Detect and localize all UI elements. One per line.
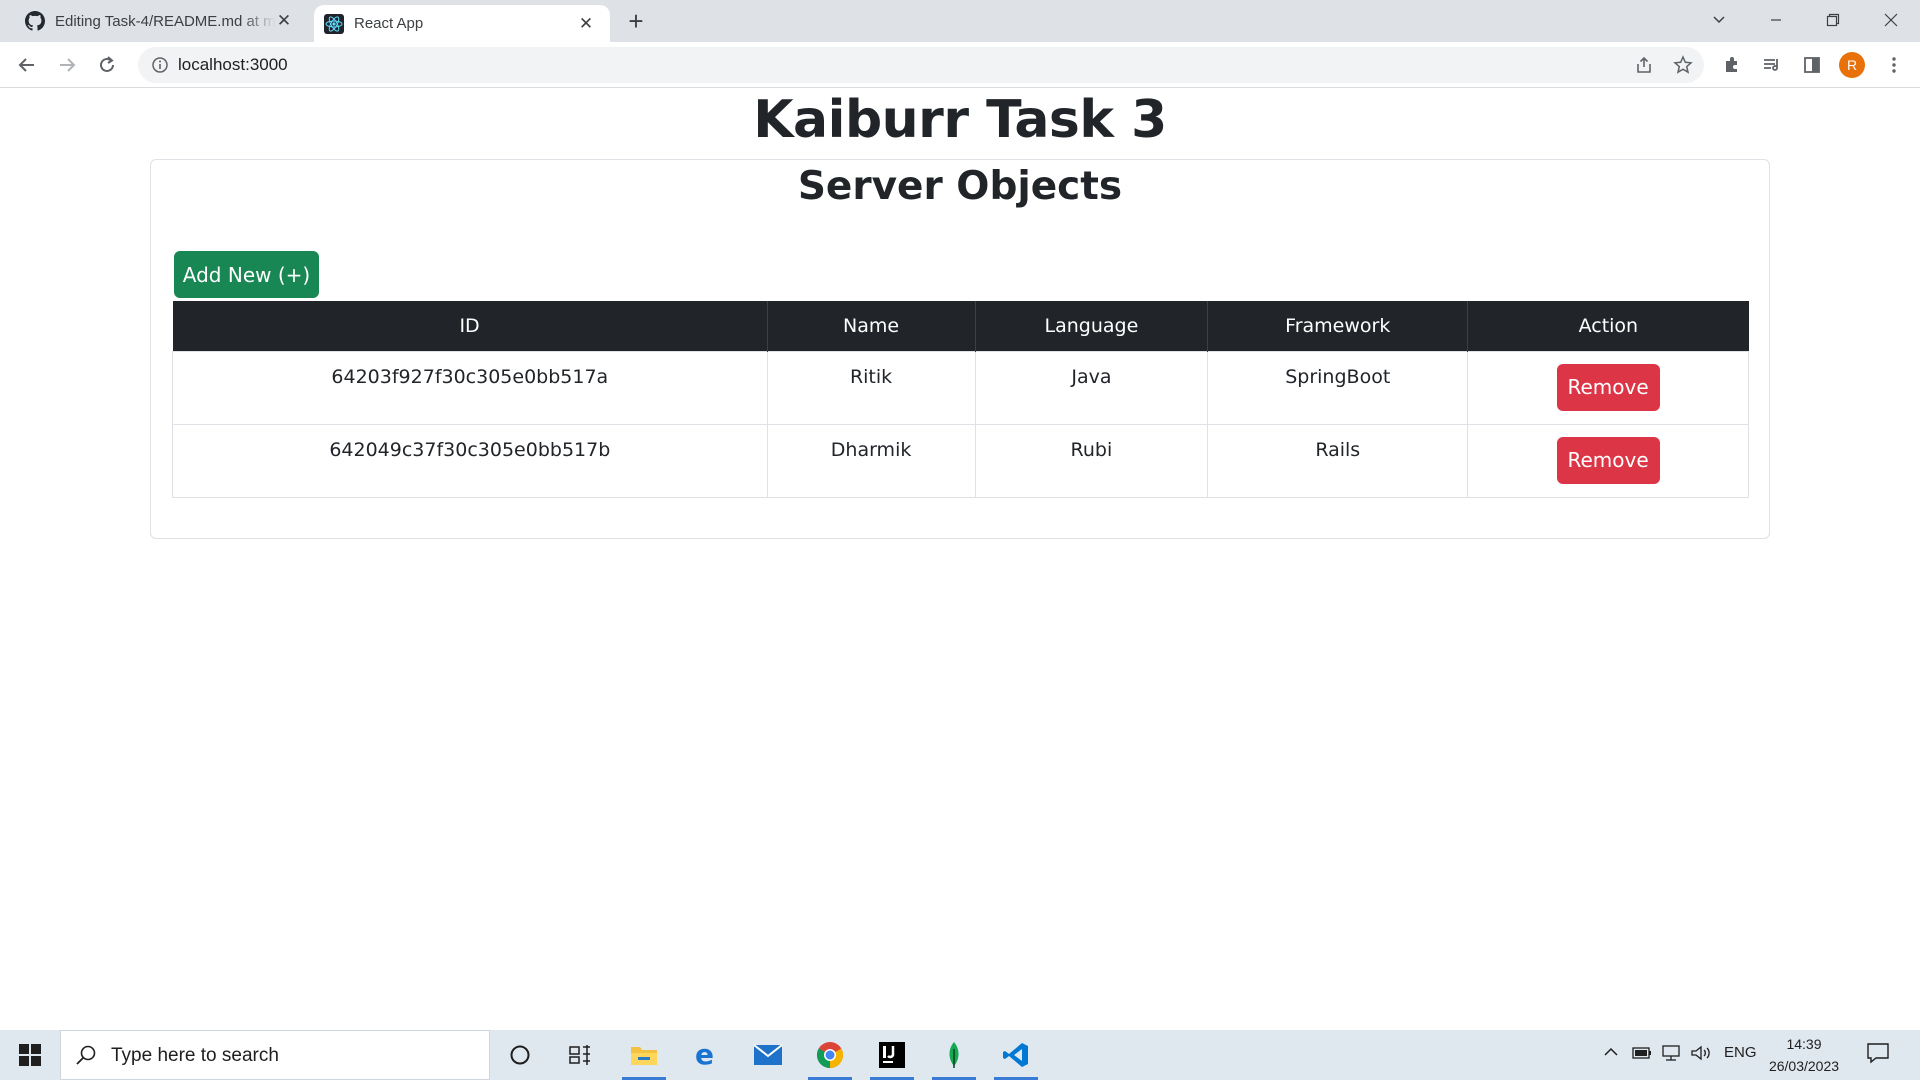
tab-title: Editing Task-4/README.md at main [55,12,275,30]
browser-toolbar: localhost:3000 [0,42,1920,88]
extensions-icon[interactable] [1718,51,1746,79]
close-tab-icon[interactable]: ✕ [274,11,294,31]
forward-icon[interactable] [52,50,82,80]
minimize-icon[interactable] [1747,0,1805,40]
column-header-action: Action [1467,301,1749,351]
tab-search-chevron-icon[interactable] [1690,0,1748,40]
show-hidden-icons-chevron-icon[interactable] [1602,1043,1620,1065]
github-icon [25,11,45,31]
column-header-name: Name [766,301,975,351]
svg-text:e: e [695,1041,714,1069]
mongodb-compass-icon[interactable] [928,1030,980,1080]
vscode-icon[interactable] [990,1030,1042,1080]
cell-name: Dharmik [766,423,976,498]
tab-title: React App [354,15,424,32]
tab-github-readme[interactable]: Editing Task-4/README.md at main ✕ [0,0,308,42]
cell-id: 642049c37f30c305e0bb517b [172,423,768,498]
media-controls-icon[interactable] [1758,51,1786,79]
side-panel-icon[interactable] [1798,51,1826,79]
file-explorer-icon[interactable] [618,1030,670,1080]
server-objects-table: ID Name Language Framework Action 64203f… [172,301,1749,498]
cell-framework: Rails [1207,423,1469,498]
table-row: 642049c37f30c305e0bb517b Dharmik Rubi Ra… [172,423,1749,498]
edge-icon[interactable]: e [680,1030,732,1080]
bookmark-star-icon[interactable] [1669,51,1697,79]
clock-date: 26/03/2023 [1768,1058,1840,1074]
volume-icon[interactable] [1690,1044,1712,1066]
chrome-menu-icon[interactable] [1880,51,1908,79]
address-bar[interactable]: localhost:3000 [138,47,1704,83]
share-icon[interactable] [1630,51,1658,79]
search-icon [75,1044,97,1071]
cell-id: 64203f927f30c305e0bb517a [172,350,768,425]
column-header-framework: Framework [1207,301,1468,351]
close-window-icon[interactable] [1862,0,1920,40]
cell-action: Remove [1467,350,1749,425]
input-language-indicator[interactable]: ENG [1724,1044,1757,1061]
intellij-idea-icon[interactable] [866,1030,918,1080]
cell-name: Ritik [766,350,976,425]
cortana-icon[interactable] [494,1030,546,1080]
cell-language: Java [974,350,1209,425]
back-icon[interactable] [12,50,42,80]
remove-button[interactable]: Remove [1556,363,1660,411]
windows-start-icon[interactable] [4,1030,56,1080]
close-tab-icon[interactable]: ✕ [576,14,596,34]
cell-framework: SpringBoot [1207,350,1469,425]
tab-strip: Editing Task-4/README.md at main ✕ React… [0,0,1920,42]
chrome-icon[interactable] [804,1030,856,1080]
network-icon[interactable] [1660,1044,1682,1066]
card-title: Server Objects [797,164,1123,209]
url-text: localhost:3000 [178,55,288,74]
clock-time: 14:39 [1786,1036,1822,1052]
table-row: 64203f927f30c305e0bb517a Ritik Java Spri… [172,350,1749,425]
tab-react-app[interactable]: React App ✕ [314,5,610,42]
remove-button[interactable]: Remove [1556,436,1660,484]
reload-icon[interactable] [92,50,122,80]
table-header-row: ID Name Language Framework Action [172,301,1749,351]
taskbar-clock[interactable]: 14:39 26/03/2023 [1768,1033,1840,1077]
notifications-icon[interactable] [1866,1042,1890,1068]
column-header-language: Language [974,301,1208,351]
search-placeholder: Type here to search [111,1045,279,1066]
mail-icon[interactable] [742,1030,794,1080]
battery-icon[interactable] [1632,1046,1652,1064]
profile-avatar[interactable]: R [1839,52,1865,78]
task-view-icon[interactable] [554,1030,606,1080]
column-header-id: ID [172,301,768,351]
react-icon [324,13,344,34]
page-title: Kaiburr Task 3 [753,90,1167,150]
cell-language: Rubi [974,423,1209,498]
site-info-icon[interactable] [151,56,169,74]
add-new-button[interactable]: Add New (+) [174,251,319,298]
new-tab-button[interactable]: + [622,8,650,36]
cell-action: Remove [1467,423,1749,498]
restore-icon[interactable] [1804,0,1862,40]
taskbar-search-box[interactable]: Type here to search [60,1030,490,1080]
